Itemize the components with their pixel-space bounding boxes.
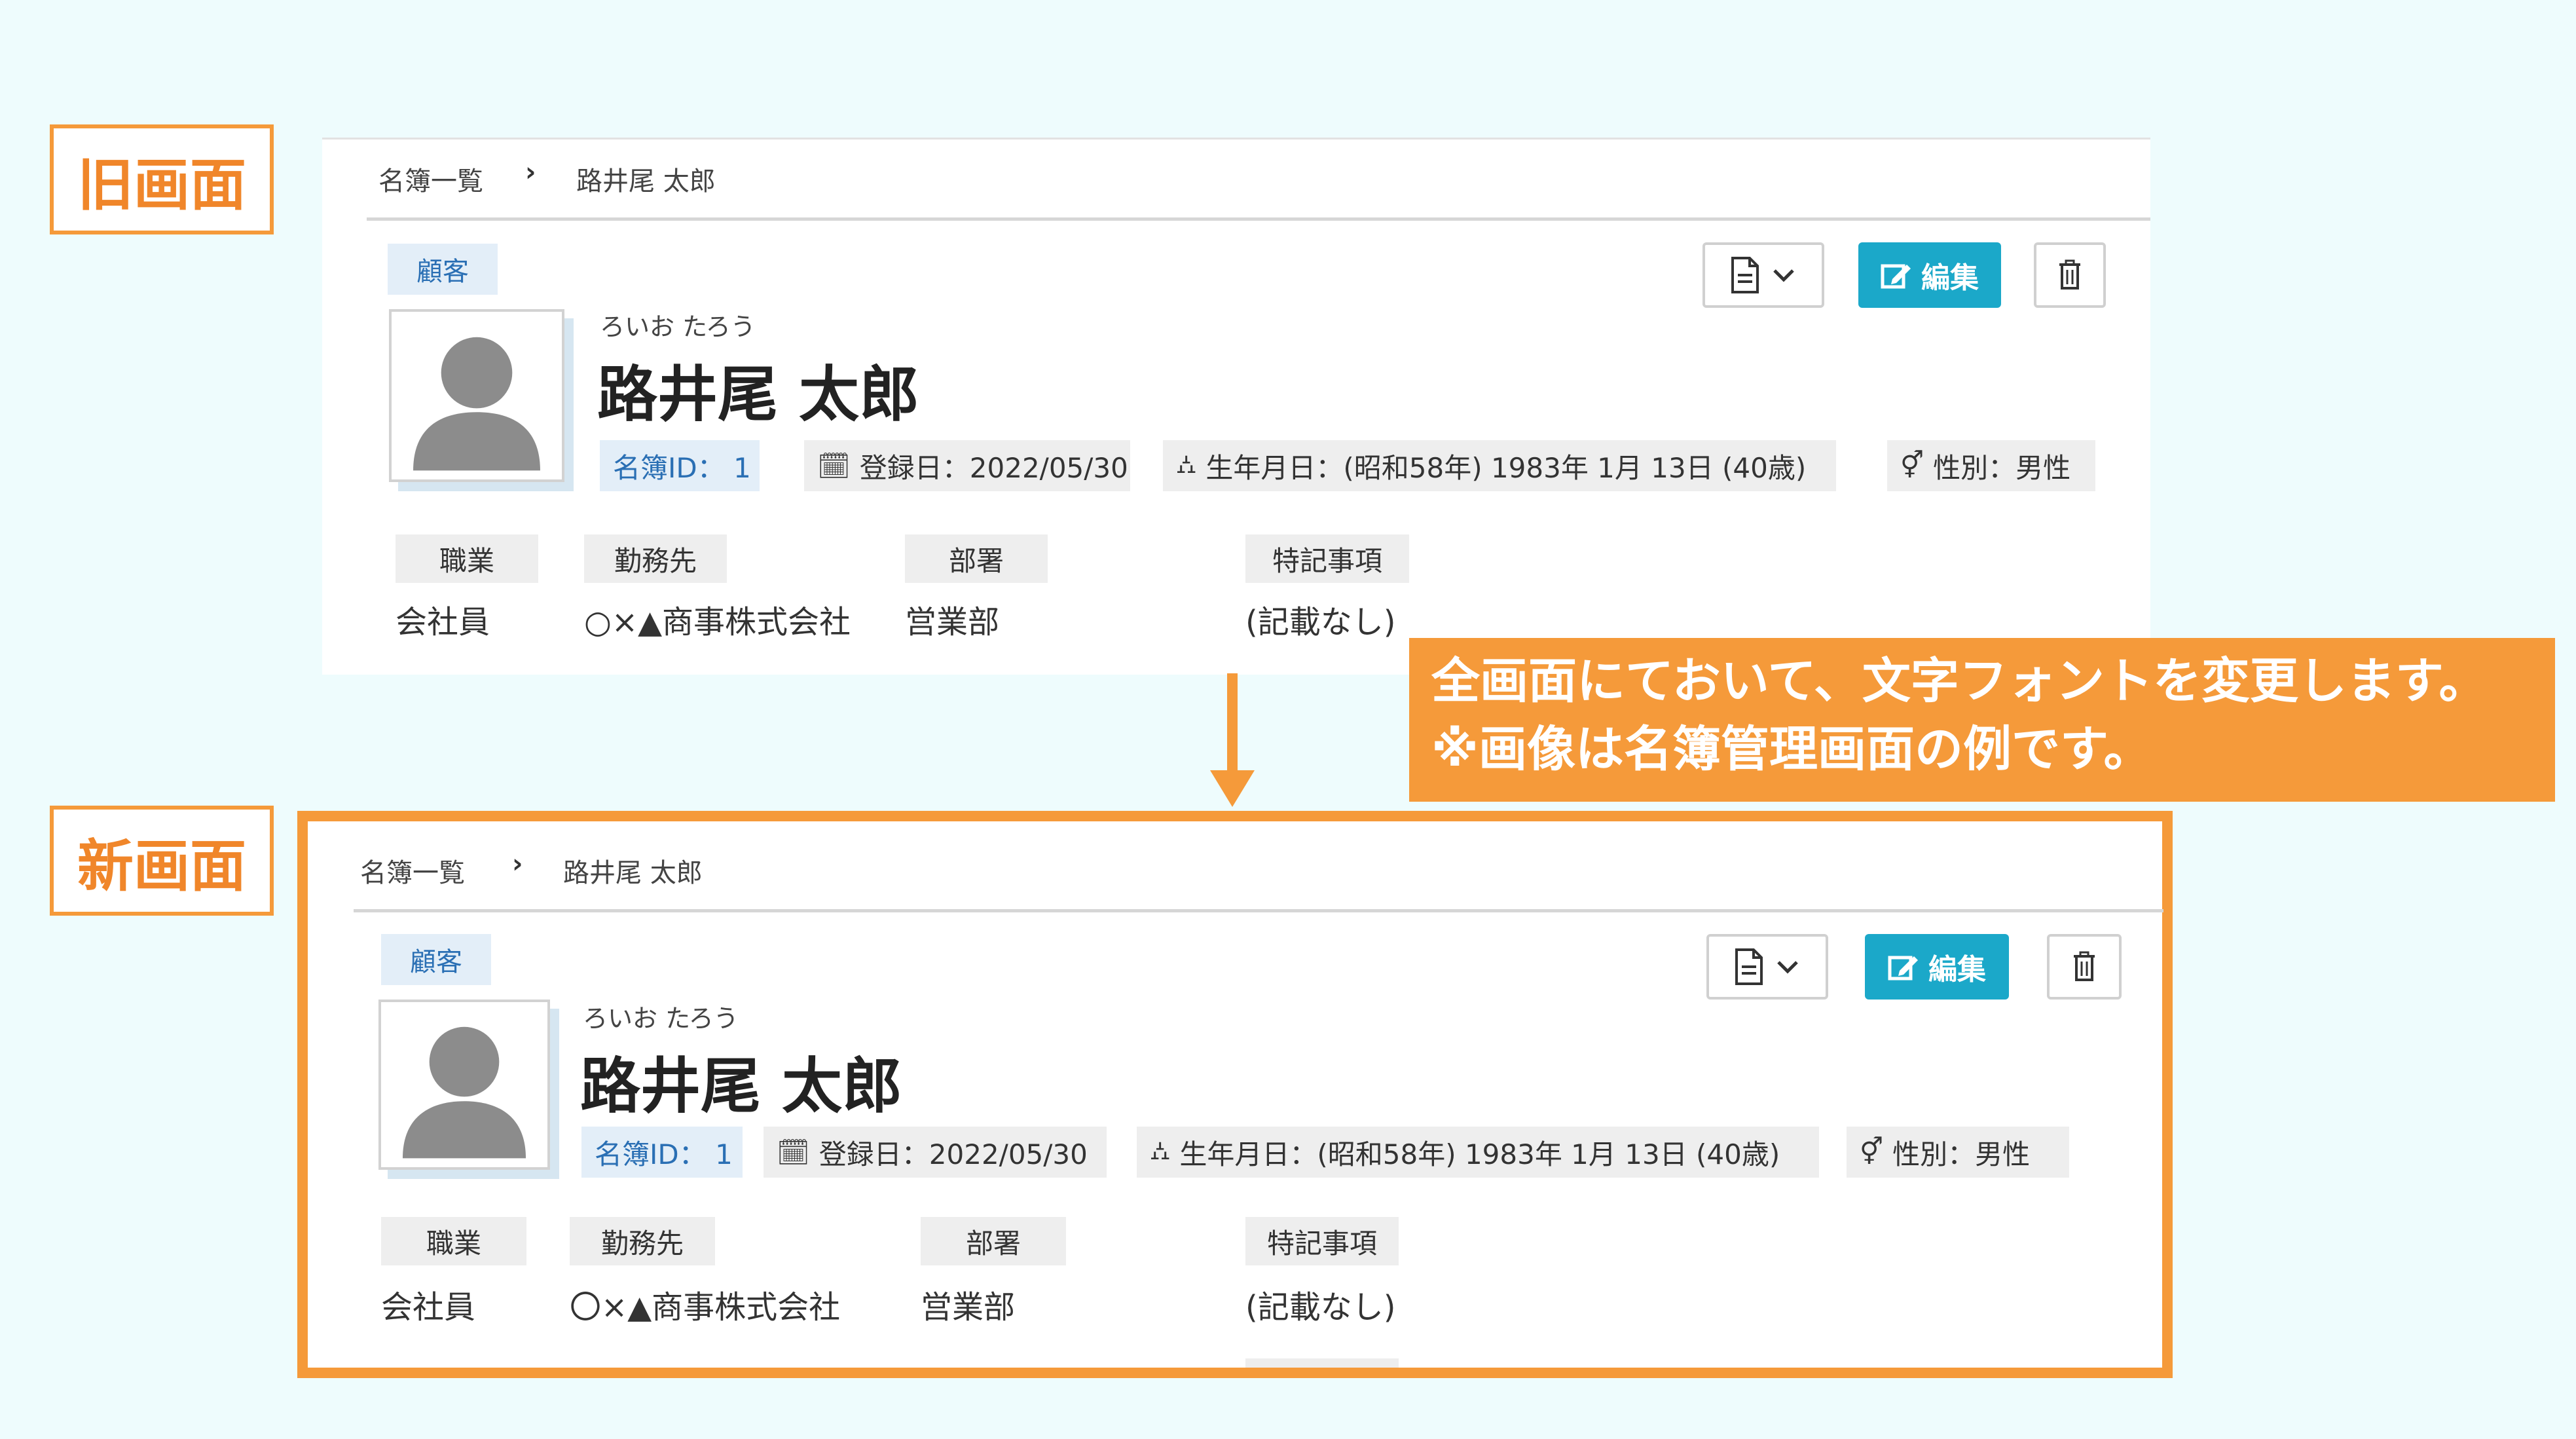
- chevron-down-icon: [1777, 961, 1798, 974]
- breadcrumb-divider: [354, 909, 2163, 912]
- edit-button-label: 編集: [1921, 261, 1979, 295]
- field-value-employer: 〇×▲商事株式会社: [570, 1289, 841, 1326]
- field-value-occupation: 会社員: [381, 1289, 476, 1326]
- gender-text: 性別：男性: [1933, 451, 2071, 484]
- breadcrumb-root[interactable]: 名簿一覧: [378, 160, 483, 198]
- callout-line-2: ※画像は名簿管理画面の例です。: [1431, 721, 2152, 777]
- edit-button[interactable]: 編集: [1858, 242, 2001, 308]
- category-tag: 顧客: [388, 244, 498, 295]
- trash-icon: [2059, 259, 2080, 290]
- registered-date-chip: 🗓 登録日：2022/05/30: [764, 1127, 1107, 1178]
- field-label-department: 部署: [921, 1217, 1066, 1265]
- person-name: 路井尾 太郎: [580, 1051, 903, 1121]
- document-icon: [1731, 257, 1759, 293]
- registered-date-text: 登録日：2022/05/30: [819, 1138, 1088, 1170]
- name-kana: ろいお たろう: [600, 312, 756, 341]
- birthday-chip: ⛼ 生年月日：(昭和58年) 1983年 1月 13日 (40歳): [1137, 1127, 1819, 1178]
- birthday-cake-icon: ⛼: [1176, 449, 1197, 479]
- edit-icon: [1888, 956, 1918, 981]
- new-screen-label: 新画面: [50, 806, 274, 916]
- field-value-notes: (記載なし): [1245, 1289, 1396, 1326]
- document-menu-button[interactable]: [1706, 934, 1828, 1000]
- person-name: 路井尾 太郎: [597, 360, 920, 430]
- gender-text: 性別：男性: [1892, 1138, 2031, 1170]
- transition-arrow-shaft: [1227, 673, 1238, 772]
- field-value-occupation: 会社員: [396, 604, 490, 641]
- breadcrumb-current: 路井尾 太郎: [563, 858, 703, 888]
- edit-icon: [1881, 264, 1911, 289]
- edit-button[interactable]: 編集: [1865, 934, 2009, 1000]
- new-screen-panel: 名簿一覧 › 路井尾 太郎 顧客 編集 ろいお たろう 路井尾 太郎 名簿ID：…: [297, 811, 2173, 1378]
- field-value-employer: ○×▲商事株式会社: [584, 604, 851, 641]
- transition-arrow-head: [1210, 770, 1255, 807]
- top-divider: [322, 138, 2150, 140]
- birthday-text: 生年月日：(昭和58年) 1983年 1月 13日 (40歳): [1205, 451, 1807, 484]
- roster-id-chip: 名簿ID： 1: [600, 440, 760, 491]
- delete-button[interactable]: [2047, 934, 2122, 1000]
- field-value-notes: (記載なし): [1245, 604, 1396, 641]
- field-label-notes: 特記事項: [1245, 534, 1409, 583]
- breadcrumb-divider: [367, 217, 2150, 221]
- calendar-icon: 🗓: [817, 451, 851, 481]
- gender-chip: ⚥ 性別：男性: [1887, 440, 2095, 491]
- birthday-cake-icon: ⛼: [1150, 1135, 1171, 1166]
- old-screen-label: 旧画面: [50, 124, 274, 234]
- gender-icon: ⚥: [1900, 451, 1924, 481]
- birthday-text: 生年月日：(昭和58年) 1983年 1月 13日 (40歳): [1179, 1138, 1780, 1170]
- category-tag: 顧客: [381, 934, 491, 985]
- name-kana: ろいお たろう: [583, 1004, 739, 1033]
- birthday-chip: ⛼ 生年月日：(昭和58年) 1983年 1月 13日 (40歳): [1163, 440, 1836, 491]
- next-field-label-partial: [1245, 1358, 1399, 1368]
- field-value-department: 営業部: [905, 604, 1000, 641]
- roster-id-text: 名簿ID： 1: [595, 1138, 733, 1170]
- field-label-occupation: 職業: [396, 534, 538, 583]
- trash-icon: [2074, 951, 2095, 981]
- field-value-department: 営業部: [921, 1289, 1016, 1326]
- old-screen-panel: 名簿一覧 › 路井尾 太郎 顧客 編集 ろいお たろう 路井尾 太郎 名簿ID：…: [322, 138, 2150, 675]
- registered-date-text: 登録日：2022/05/30: [859, 451, 1128, 484]
- avatar: [389, 309, 564, 482]
- calendar-icon: 🗓: [777, 1137, 810, 1168]
- field-label-occupation: 職業: [381, 1217, 526, 1265]
- person-silhouette-icon: [402, 1026, 526, 1159]
- document-icon: [1735, 948, 1763, 985]
- registered-date-chip: 🗓 登録日：2022/05/30: [804, 440, 1130, 491]
- gender-icon: ⚥: [1860, 1137, 1884, 1167]
- document-menu-button[interactable]: [1702, 242, 1824, 308]
- callout-line-1: 全画面にておいて、文字フォントを変更します。: [1431, 653, 2488, 709]
- change-callout: 全画面にておいて、文字フォントを変更します。 ※画像は名簿管理画面の例です。: [1409, 638, 2555, 802]
- field-label-department: 部署: [905, 534, 1048, 583]
- field-label-employer: 勤務先: [570, 1217, 715, 1265]
- breadcrumb-root[interactable]: 名簿一覧: [360, 851, 465, 889]
- breadcrumb-separator: ›: [525, 157, 536, 187]
- roster-id-chip: 名簿ID： 1: [581, 1127, 743, 1178]
- breadcrumb-separator: ›: [512, 849, 523, 879]
- chevron-down-icon: [1773, 269, 1794, 282]
- field-label-employer: 勤務先: [584, 534, 727, 583]
- gender-chip: ⚥ 性別：男性: [1847, 1127, 2069, 1178]
- person-silhouette-icon: [413, 337, 540, 471]
- avatar: [378, 1000, 550, 1170]
- delete-button[interactable]: [2034, 242, 2106, 308]
- edit-button-label: 編集: [1928, 953, 1986, 986]
- roster-id-text: 名簿ID： 1: [613, 451, 751, 484]
- breadcrumb-current: 路井尾 太郎: [576, 166, 716, 196]
- field-label-notes: 特記事項: [1245, 1217, 1399, 1265]
